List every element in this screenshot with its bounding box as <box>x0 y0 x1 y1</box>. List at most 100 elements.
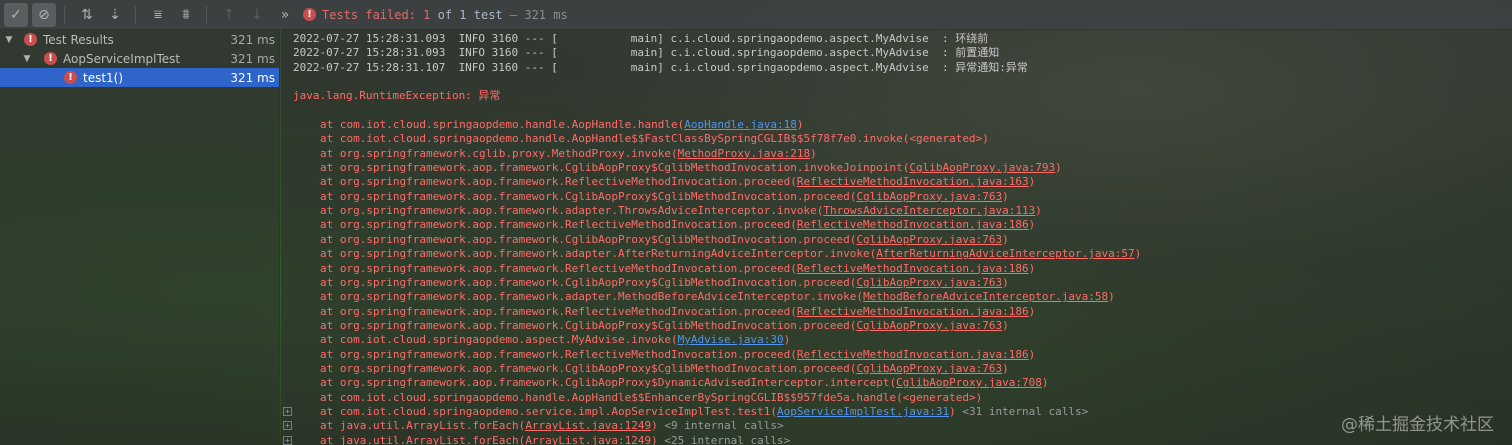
collapse-all-icon[interactable]: ⩩ <box>174 3 198 27</box>
stack-frame-tail: ) <box>1002 189 1009 203</box>
source-link[interactable]: ArrayList.java:1249 <box>525 419 651 432</box>
stack-frame-text: at org.springframework.aop.framework.Ref… <box>320 218 797 232</box>
stack-frame: at org.springframework.aop.framework.ada… <box>281 204 1512 218</box>
stack-frame: at org.springframework.aop.framework.Ref… <box>281 305 1512 319</box>
stack-frame-text: at com.iot.cloud.springaopdemo.aspect.My… <box>320 333 678 347</box>
source-link[interactable]: CglibAopProxy.java:763 <box>856 276 1002 289</box>
stack-frame-tail: ) <box>1134 247 1142 261</box>
stack-frame-tail: ) <box>783 333 791 347</box>
stack-frame: at org.springframework.aop.framework.Cgl… <box>281 362 1512 376</box>
stack-frame-tail: ) <box>1028 218 1036 232</box>
stack-frame: at org.springframework.aop.framework.Cgl… <box>281 190 1512 204</box>
sort-duration-icon[interactable]: ⇣ <box>103 3 127 27</box>
source-link[interactable]: MethodBeforeAdviceInterceptor.java:58 <box>863 290 1108 303</box>
source-link[interactable]: ReflectiveMethodInvocation.java:186 <box>797 348 1029 361</box>
chevron-down-icon[interactable]: ▼ <box>2 35 16 45</box>
stack-frame-tail: ) <box>1002 275 1009 289</box>
source-link[interactable]: MyAdvise.java:30 <box>678 333 784 346</box>
source-link[interactable]: CglibAopProxy.java:763 <box>856 362 1002 375</box>
source-link[interactable]: ArrayList.java:1249 <box>525 434 651 445</box>
fold-toggle-icon[interactable]: + <box>283 435 292 445</box>
stack-frame-tail: ) <box>1035 204 1042 218</box>
stack-frame-text: at org.springframework.aop.framework.Ref… <box>320 175 797 189</box>
sort-alpha-icon[interactable]: ⇅ <box>75 3 99 27</box>
source-link[interactable]: MethodProxy.java:218 <box>678 147 810 160</box>
stack-frame-text: at org.springframework.aop.framework.ada… <box>320 290 864 304</box>
stack-frame-text: at com.iot.cloud.springaopdemo.handle.Ao… <box>320 118 685 132</box>
tree-item-label: AopServiceImplTest <box>63 51 181 66</box>
stack-frame-tail: ) <box>810 146 817 160</box>
stack-frame-text: at org.springframework.aop.framework.Cgl… <box>320 318 857 332</box>
tree-item-test-results[interactable]: ▼ ! Test Results 321 ms <box>0 30 279 49</box>
stack-frame: + at java.util.ArrayList.forEach(ArrayLis… <box>281 419 1512 433</box>
stack-frame-tail: ) <box>1028 304 1036 318</box>
internal-calls-note[interactable]: <31 internal calls> <box>956 405 1088 418</box>
more-icon[interactable]: » <box>273 3 297 27</box>
stack-frame: at org.springframework.aop.framework.ada… <box>281 247 1512 261</box>
stack-frame: at org.springframework.aop.framework.Ref… <box>281 218 1512 232</box>
source-link[interactable]: CglibAopProxy.java:793 <box>909 161 1055 174</box>
error-icon: ! <box>64 71 77 84</box>
fold-toggle-icon[interactable]: + <box>283 406 292 416</box>
stack-frame: at com.iot.cloud.springaopdemo.handle.Ao… <box>281 391 1512 405</box>
stack-frame-text: at com.iot.cloud.springaopdemo.handle.Ao… <box>320 132 989 146</box>
source-link[interactable]: CglibAopProxy.java:763 <box>856 319 1002 332</box>
arrow-up-icon[interactable]: ↑ <box>217 3 241 27</box>
source-link[interactable]: ReflectiveMethodInvocation.java:186 <box>797 218 1029 231</box>
source-link[interactable]: ReflectiveMethodInvocation.java:186 <box>797 262 1029 275</box>
source-link[interactable]: AfterReturningAdviceInterceptor.java:57 <box>876 247 1134 260</box>
tree-item-test1[interactable]: ! test1() 321 ms <box>0 68 279 87</box>
source-link[interactable]: ReflectiveMethodInvocation.java:163 <box>797 175 1029 188</box>
stack-frame: at com.iot.cloud.springaopdemo.aspect.My… <box>281 333 1512 347</box>
tree-item-aopserviceimpltest[interactable]: ▼ ! AopServiceImplTest 321 ms <box>0 49 279 68</box>
stack-frame-text: at org.springframework.aop.framework.Cgl… <box>320 189 857 203</box>
tree-item-time: 321 ms <box>230 51 275 66</box>
source-link[interactable]: ThrowsAdviceInterceptor.java:113 <box>823 204 1035 217</box>
stack-frame-text: at org.springframework.cglib.proxy.Metho… <box>320 146 678 160</box>
stack-frame-tail: ) <box>651 433 658 445</box>
log-line: 2022-07-27 15:28:31.093 INFO 3160 --- [ … <box>293 46 1000 60</box>
source-link[interactable]: ReflectiveMethodInvocation.java:186 <box>797 305 1029 318</box>
stack-frame-text: at org.springframework.aop.framework.Ref… <box>320 304 797 318</box>
stop-circle-icon[interactable]: ⊘ <box>32 2 56 27</box>
stack-frame-text: at java.util.ArrayList.forEach( <box>320 433 526 445</box>
check-icon[interactable]: ✓ <box>4 2 28 27</box>
stack-frame-text: at org.springframework.aop.framework.Cgl… <box>320 275 857 289</box>
source-link[interactable]: CglibAopProxy.java:763 <box>856 190 1002 203</box>
stack-frame-tail: ) <box>1028 347 1036 361</box>
internal-calls-note[interactable]: <25 internal calls> <box>658 434 790 445</box>
source-link[interactable]: CglibAopProxy.java:708 <box>896 376 1042 389</box>
internal-calls-note[interactable]: <9 internal calls> <box>658 419 783 432</box>
stack-frame-text: at org.springframework.aop.framework.Cgl… <box>320 376 897 390</box>
fold-toggle-icon[interactable]: + <box>283 421 292 431</box>
source-link[interactable]: CglibAopProxy.java:763 <box>856 233 1002 246</box>
stack-frame-text: at org.springframework.aop.framework.Cgl… <box>320 361 857 375</box>
stack-frame: at org.springframework.aop.framework.Ref… <box>281 262 1512 276</box>
stack-frame: at org.springframework.aop.framework.Cgl… <box>281 161 1512 175</box>
stack-frame-text: at org.springframework.aop.framework.Ref… <box>320 261 797 275</box>
stack-frame-tail: ) <box>1041 376 1049 390</box>
console-output[interactable]: 2022-07-27 15:28:31.093 INFO 3160 --- [ … <box>281 30 1512 445</box>
source-link[interactable]: AopHandle.java:18 <box>684 118 797 131</box>
source-link[interactable]: AopServiceImplTest.java:31 <box>777 405 949 418</box>
tree-item-time: 321 ms <box>230 70 275 85</box>
expand-all-icon[interactable]: ⩸ <box>146 3 170 27</box>
log-line: 2022-07-27 15:28:31.093 INFO 3160 --- [ … <box>293 32 989 45</box>
stack-frame: at org.springframework.aop.framework.Cgl… <box>281 233 1512 247</box>
stack-frame-text: at org.springframework.aop.framework.ada… <box>320 204 824 218</box>
stack-frame: at org.springframework.aop.framework.Cgl… <box>281 276 1512 290</box>
stack-frame-tail: ) <box>1002 361 1009 375</box>
error-icon: ! <box>303 8 316 21</box>
chevron-down-icon[interactable]: ▼ <box>20 54 34 64</box>
stack-frame-text: at com.iot.cloud.springaopdemo.handle.Ao… <box>320 390 983 404</box>
stack-frame-tail: ) <box>1002 318 1009 332</box>
failed-count: 1 <box>423 7 431 22</box>
exception-line: java.lang.RuntimeException: 异常 <box>293 89 501 103</box>
stack-frame-text: at java.util.ArrayList.forEach( <box>320 419 526 433</box>
status-time: – 321 ms <box>509 7 568 22</box>
arrow-down-icon[interactable]: ↓ <box>245 3 269 27</box>
test-status: ! Tests failed: 1 of 1 test – 321 ms <box>303 8 568 22</box>
stack-frame: at org.springframework.aop.framework.Ref… <box>281 348 1512 362</box>
